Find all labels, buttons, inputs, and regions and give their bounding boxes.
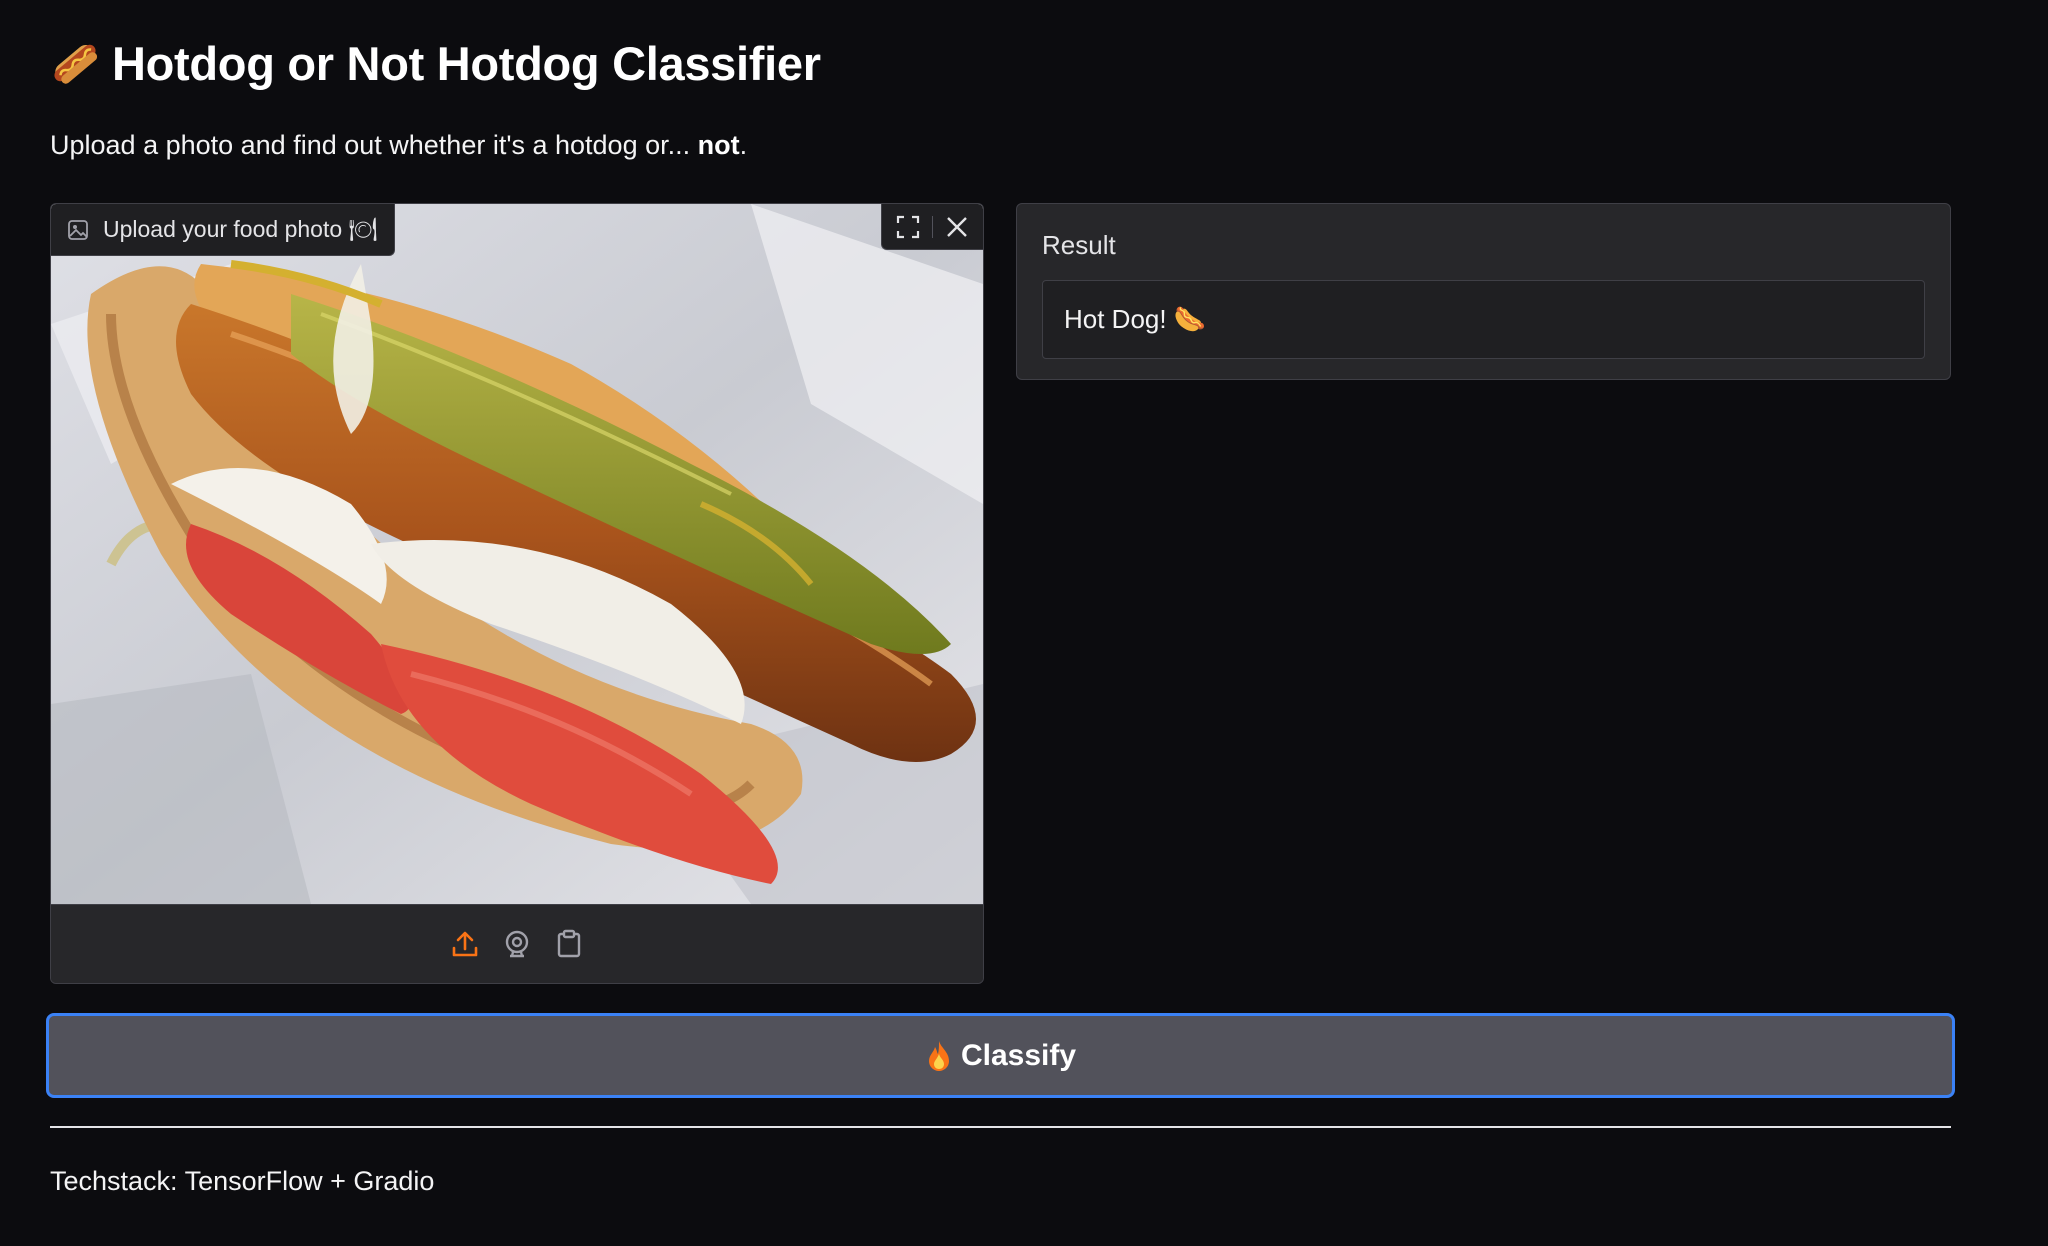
upload-source-button[interactable] xyxy=(448,927,482,961)
fullscreen-icon xyxy=(896,215,920,238)
image-toolbar xyxy=(881,204,983,250)
image-icon xyxy=(68,219,88,240)
result-panel: Result Hot Dog! 🌭 xyxy=(1016,203,1951,380)
upload-icon xyxy=(452,931,478,957)
result-output[interactable]: Hot Dog! 🌭 xyxy=(1042,280,1925,359)
subtitle-bold: not xyxy=(697,130,740,160)
hotdog-emoji-icon xyxy=(54,44,98,84)
subtitle-suffix: . xyxy=(739,130,748,160)
image-source-bar xyxy=(51,904,983,983)
classify-button[interactable]: Classify xyxy=(46,1013,1955,1098)
page-title-text: Hotdog or Not Hotdog Classifier xyxy=(112,36,821,90)
image-upload-panel[interactable]: Upload your food photo 🍽 xyxy=(50,203,984,984)
clear-image-button[interactable] xyxy=(939,209,975,245)
classify-button-label: Classify xyxy=(960,1038,1077,1072)
clipboard-icon xyxy=(557,929,581,958)
hotdog-photo xyxy=(51,204,983,904)
uploaded-image[interactable]: Upload your food photo 🍽 xyxy=(51,204,983,904)
fire-icon xyxy=(928,1040,949,1071)
clipboard-source-button[interactable] xyxy=(552,927,586,961)
subtitle-text: Upload a photo and find out whether it's… xyxy=(50,130,698,160)
footer-divider xyxy=(50,1126,1951,1128)
close-icon xyxy=(947,216,967,237)
webcam-icon xyxy=(505,930,529,958)
page-subtitle: Upload a photo and find out whether it's… xyxy=(50,130,747,161)
image-input-label: Upload your food photo 🍽 xyxy=(51,204,395,256)
toolbar-separator xyxy=(932,215,933,238)
fullscreen-button[interactable] xyxy=(890,209,926,245)
result-value: Hot Dog! 🌭 xyxy=(1064,304,1207,334)
app-page: Hotdog or Not Hotdog Classifier Upload a… xyxy=(0,0,2048,1246)
webcam-source-button[interactable] xyxy=(500,927,534,961)
footer-text: Techstack: TensorFlow + Gradio xyxy=(50,1166,435,1196)
image-input-label-text: Upload your food photo 🍽 xyxy=(103,216,378,242)
page-title: Hotdog or Not Hotdog Classifier xyxy=(50,32,821,94)
result-label: Result xyxy=(1042,230,1116,260)
